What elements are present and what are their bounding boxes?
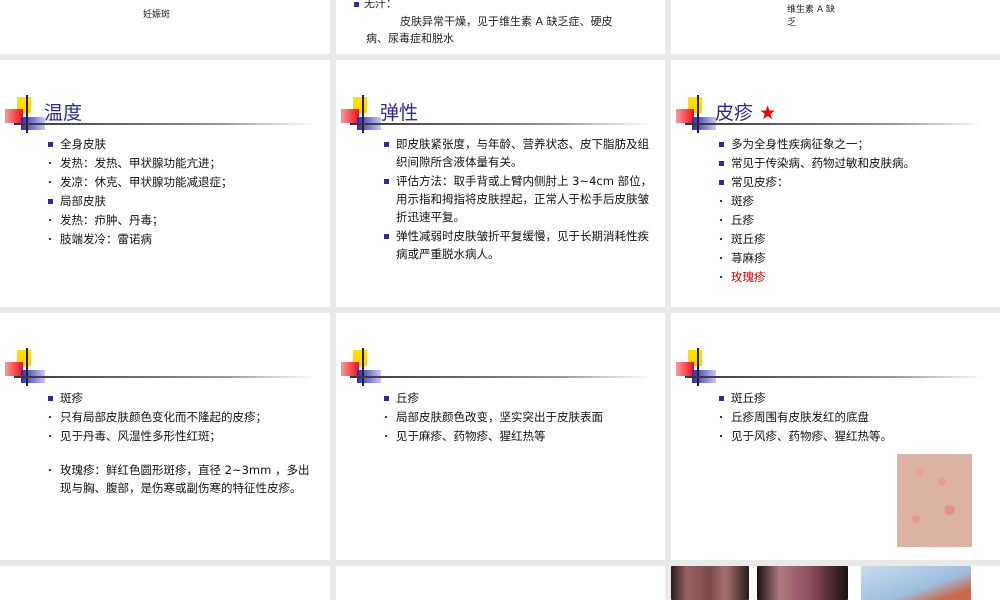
bullet-item: 斑丘疹 (717, 230, 989, 248)
slide-logo-icon (676, 348, 716, 386)
caption-line: 维生素 A 缺 (787, 5, 835, 15)
slide-title: 弹性 (380, 102, 419, 124)
bullet-list: 多为全身性疾病征象之一； 常见于传染病、药物过敏和皮肤病。 常见皮疹： 斑疹 丘疹 斑丘疹… (717, 135, 989, 287)
bullet-item: 玫瑰疹：鲜红色圆形斑疹，直径 2~3mm ，多出现与胸、腹部，是伤寒或副伤寒的特… (46, 461, 318, 497)
slide-logo-icon (676, 95, 716, 133)
title-divider (14, 376, 314, 378)
slide-thumbnail-2[interactable]: 无汗： 皮肤异常干燥，见于维生素 A 缺乏症、硬皮 病、尿毒症和脱水 (336, 0, 665, 54)
bullet-item: 斑疹 (46, 389, 318, 407)
title-divider (350, 376, 650, 378)
hand-rash-photo (861, 566, 971, 600)
slide-thumbnail-5[interactable]: 弹性即皮肤紧张度，与年龄、营养状态、皮下脂肪及组织间隙所含液体量有关。 评估方法：… (336, 60, 665, 307)
slide-logo-icon (5, 348, 45, 386)
star-icon: ★ (759, 102, 777, 124)
bullet-list: 全身皮肤 发热：发热、甲状腺功能亢进； 发凉：休克、甲状腺功能减退症； 局部皮肤 发热：… (46, 135, 318, 249)
slide-caption: 妊娠斑 (143, 10, 171, 20)
bullet-item: 局部皮肤颜色改变，坚实突出于皮肤表面 (382, 408, 654, 426)
slide-thumbnail-1[interactable]: 妊娠斑 (0, 0, 330, 54)
bullet-item: 丘疹周围有皮肤发红的底盘 (717, 408, 989, 426)
bullet-list: 即皮肤紧张度，与年龄、营养状态、皮下脂肪及组织间隙所含液体量有关。 评估方法：取手… (382, 135, 654, 264)
bullet-item: 评估方法：取手背或上臂内侧肘上 3~4cm 部位，用示指和拇指将皮肤捏起，正常人… (382, 172, 654, 226)
bullet-item: 全身皮肤 (46, 135, 318, 153)
bullet-item: 局部皮肤 (46, 192, 318, 210)
bullet-item: 弹性减弱时皮肤皱折平复缓慢，见于长期消耗性疾病或严重脱水病人。 (382, 227, 654, 263)
bullet-item: 见于麻疹、药物疹、猩红热等 (382, 427, 654, 445)
slide-text: 无汗： 皮肤异常干燥，见于维生素 A 缺乏症、硬皮 病、尿毒症和脱水 (352, 0, 652, 47)
bullet-item: 发热：疖肿、丹毒； (46, 211, 318, 229)
bullet-item: 常见皮疹： (717, 173, 989, 191)
slide-thumbnail-6[interactable]: 皮疹 ★ 多为全身性疾病征象之一； 常见于传染病、药物过敏和皮肤病。 常见皮疹： 斑疹丘… (671, 60, 1000, 307)
caption-line: 乏 (787, 18, 797, 28)
slide-thumbnail-8[interactable]: 丘疹 局部皮肤颜色改变，坚实突出于皮肤表面 见于麻疹、药物疹、猩红热等 (336, 313, 665, 560)
slide-logo-icon (341, 348, 381, 386)
text-line: 病、尿毒症和脱水 (366, 32, 454, 45)
title-divider (685, 376, 985, 378)
slide-thumbnail-7[interactable]: 斑疹 只有局部皮肤颜色变化而不隆起的皮疹； 见于丹毒、风湿性多形性红斑； 玫瑰疹：鲜红… (0, 313, 330, 560)
bullet-item: 见于丹毒、风湿性多形性红斑； (46, 427, 318, 445)
bullet-item: 玫瑰疹 (717, 268, 989, 286)
knee-rash-photo (671, 566, 749, 600)
bullet-item: 丘疹 (717, 211, 989, 229)
bullet-text: 无汗： (364, 0, 397, 10)
bullet-item: 发凉：休克、甲状腺功能减退症； (46, 173, 318, 191)
bullet-list: 丘疹 局部皮肤颜色改变，坚实突出于皮肤表面 见于麻疹、药物疹、猩红热等 (382, 389, 654, 446)
slide-caption: 维生素 A 缺 乏 (787, 4, 835, 30)
slide-thumbnail-10[interactable] (0, 566, 330, 600)
bullet-item: 只有局部皮肤颜色变化而不隆起的皮疹； (46, 408, 318, 426)
slide-logo-icon (5, 95, 45, 133)
text-line: 皮肤异常干燥，见于维生素 A 缺乏症、硬皮 (400, 15, 613, 28)
bullet-item: 肢端发冷：雷诺病 (46, 230, 318, 248)
bullet-list: 斑疹 只有局部皮肤颜色变化而不隆起的皮疹； 见于丹毒、风湿性多形性红斑； 玫瑰疹：鲜红… (46, 389, 318, 498)
slide-thumbnail-4[interactable]: 温度全身皮肤 发热：发热、甲状腺功能亢进； 发凉：休克、甲状腺功能减退症； 局部皮肤发… (0, 60, 330, 307)
leg-rash-photo (757, 566, 848, 600)
slide-thumbnail-12[interactable] (671, 566, 1000, 600)
bullet-item: 发热：发热、甲状腺功能亢进； (46, 154, 318, 172)
bullet-item: 丘疹 (382, 389, 654, 407)
rash-photo (897, 454, 972, 547)
bullet-item: 多为全身性疾病征象之一； (717, 135, 989, 153)
slide-title: 温度 (44, 102, 83, 124)
bullet-item: 斑疹 (717, 192, 989, 210)
slide-thumbnail-3[interactable]: 维生素 A 缺 乏 (671, 0, 1000, 54)
slide-title: 皮疹 ★ (715, 102, 777, 124)
bullet-list: 斑丘疹 丘疹周围有皮肤发红的底盘 见于风疹、药物疹、猩红热等。 (717, 389, 989, 446)
bullet-item: 即皮肤紧张度，与年龄、营养状态、皮下脂肪及组织间隙所含液体量有关。 (382, 135, 654, 171)
slide-thumbnail-11[interactable] (336, 566, 665, 600)
bullet-item: 斑丘疹 (717, 389, 989, 407)
bullet-item: 常见于传染病、药物过敏和皮肤病。 (717, 154, 989, 172)
bullet-item: 见于风疹、药物疹、猩红热等。 (717, 427, 989, 445)
bullet-item: 荨麻疹 (717, 249, 989, 267)
slide-logo-icon (341, 95, 381, 133)
